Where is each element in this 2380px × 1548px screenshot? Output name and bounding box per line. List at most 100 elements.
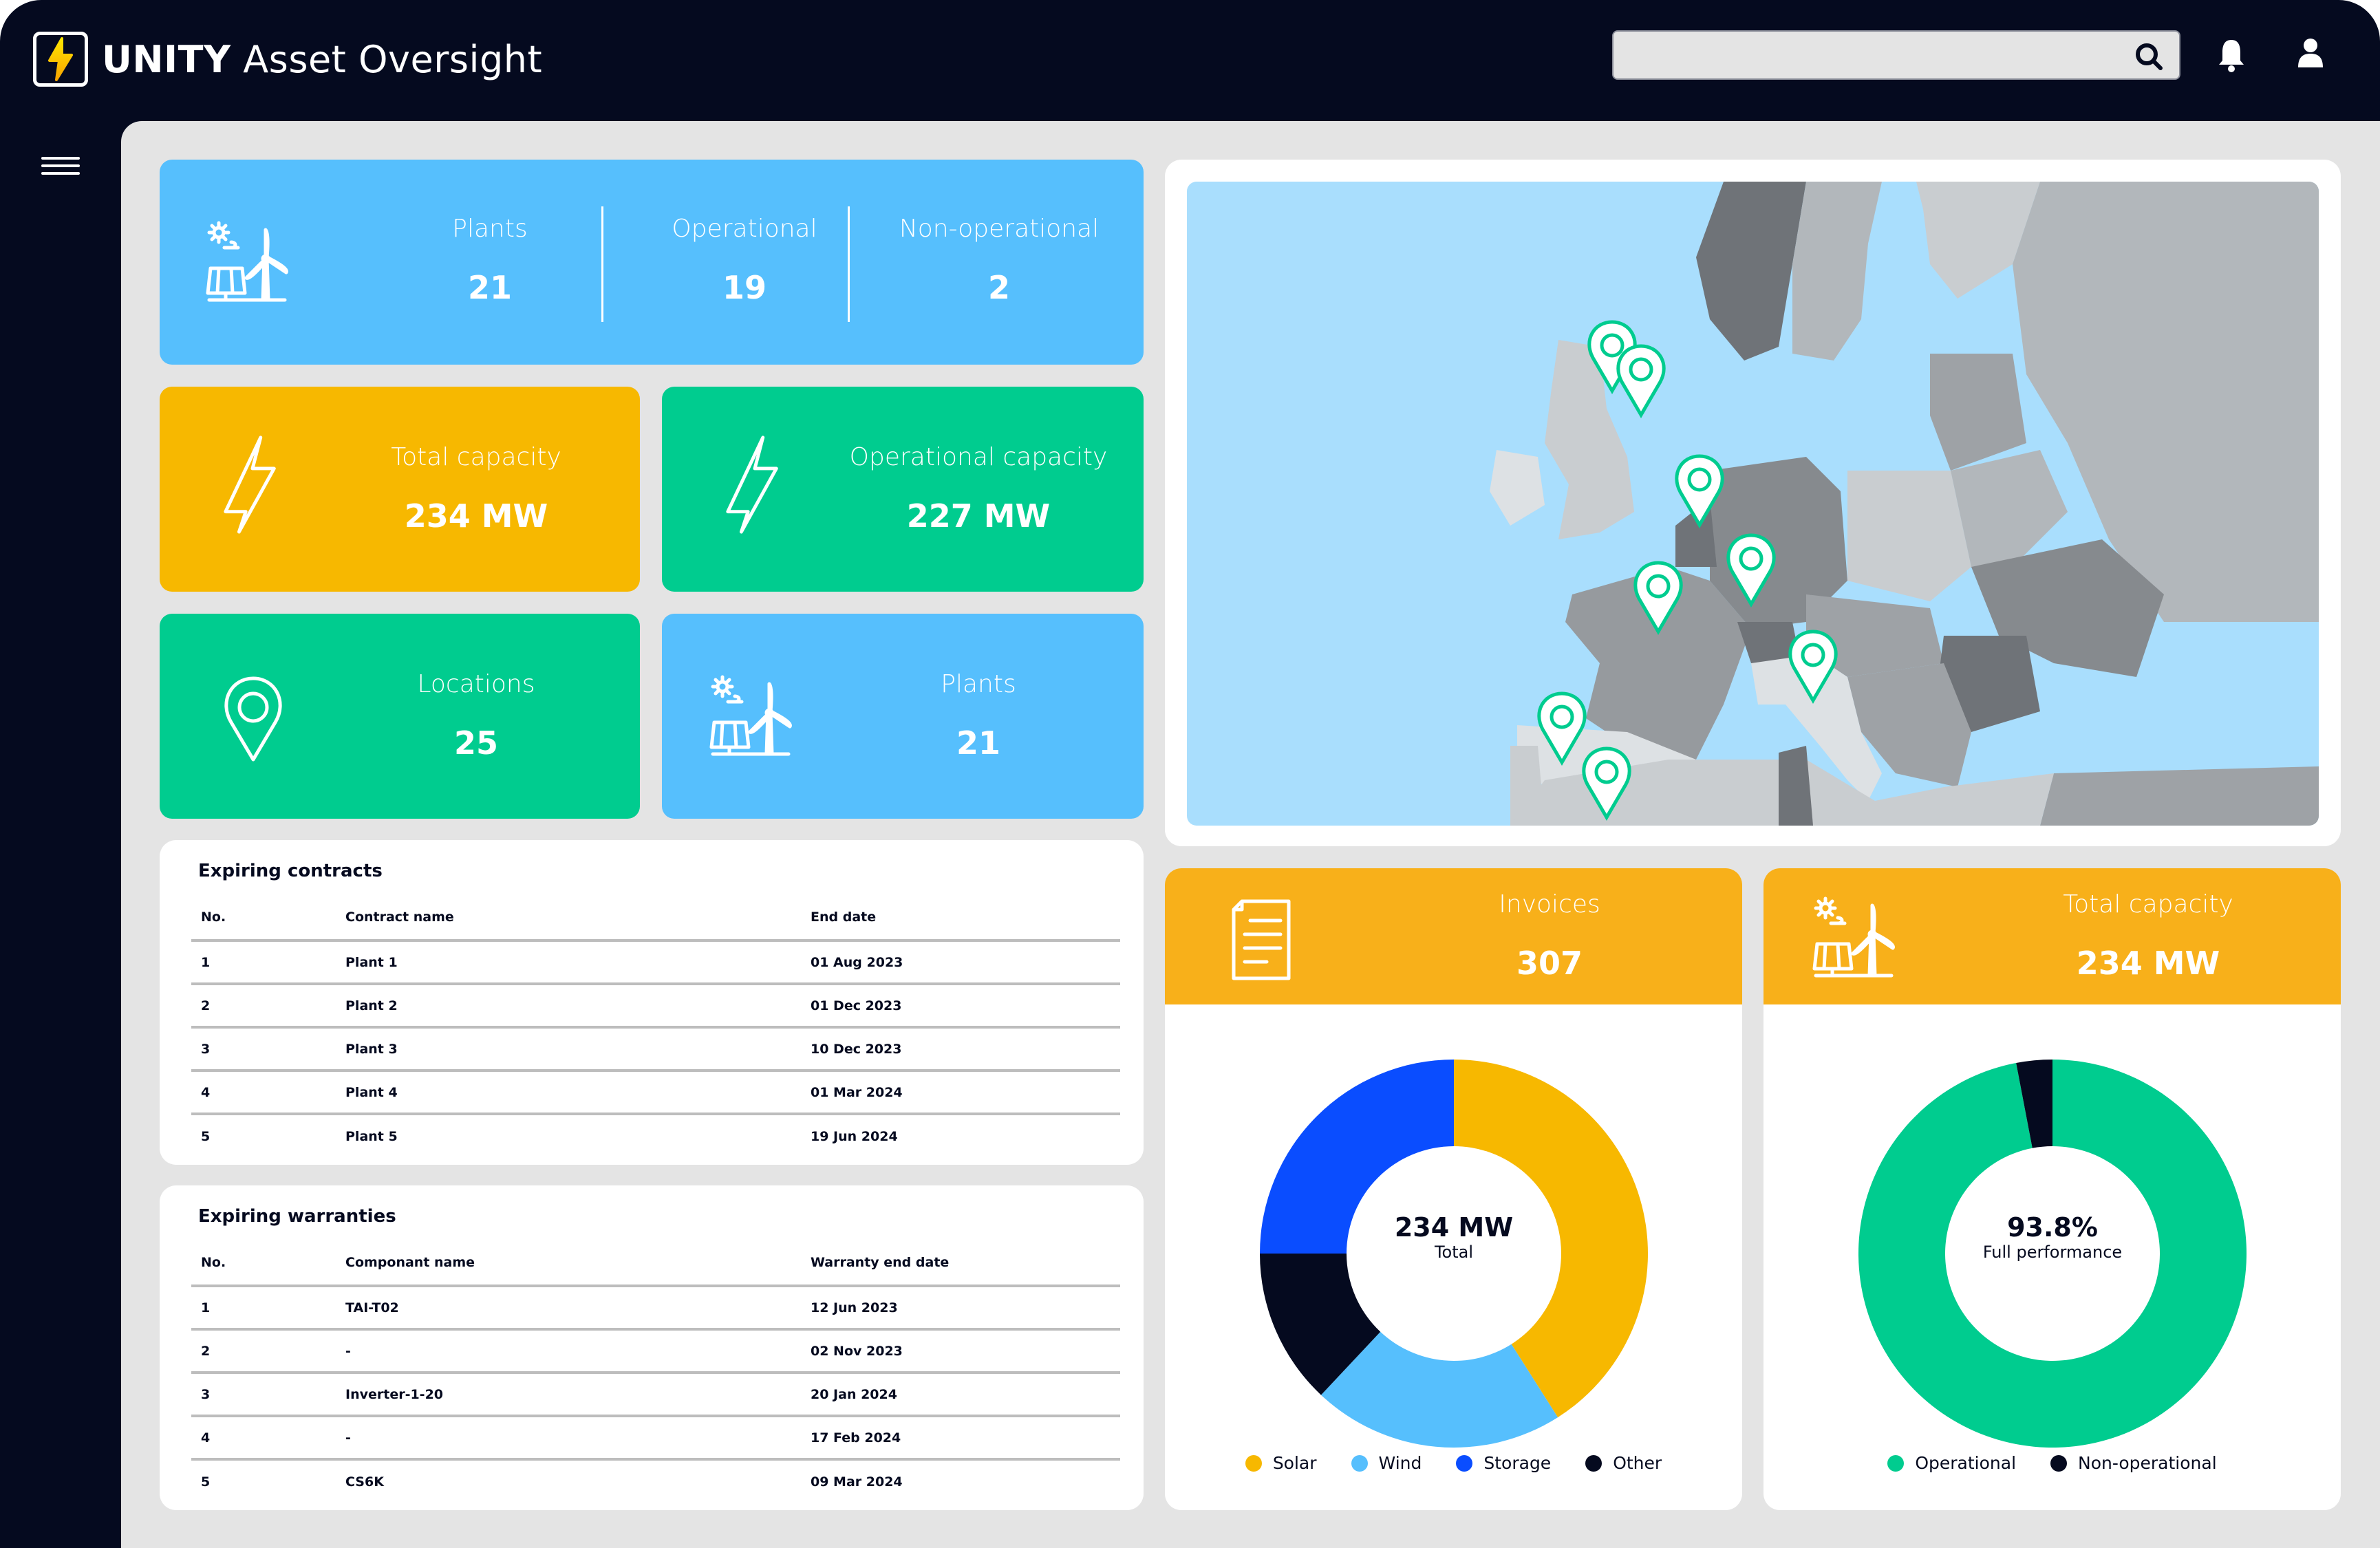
map-region-baltics	[1930, 354, 2026, 471]
map-region-poland	[1847, 471, 1971, 601]
column-header[interactable]: No.	[191, 1240, 345, 1286]
metric-value: 21	[956, 724, 1000, 762]
metric-value: 19	[722, 269, 766, 306]
user-icon[interactable]	[2291, 36, 2330, 74]
legend-item[interactable]: Other	[1585, 1453, 1662, 1473]
table-row[interactable]: 5 Plant 5 19 Jun 2024	[191, 1114, 1120, 1157]
metric-label: Operational	[672, 215, 817, 243]
legend-swatch	[1887, 1454, 1905, 1472]
cell-no: 2	[201, 1343, 211, 1359]
legend-swatch	[2050, 1454, 2068, 1472]
hamburger-menu-icon[interactable]	[41, 157, 80, 178]
cell-name: Plant 4	[345, 1084, 398, 1100]
legend-item[interactable]: Non-operational	[2050, 1453, 2217, 1473]
search-input[interactable]	[1614, 32, 2179, 78]
table-row[interactable]: 3 Inverter-1-20 20 Jan 2024	[191, 1373, 1120, 1416]
cell-date: 20 Jan 2024	[811, 1386, 897, 1402]
plants-summary-tile[interactable]: Plants 21 Operational 19 Non-operational…	[160, 160, 1144, 365]
cell-date: 01 Dec 2023	[811, 998, 902, 1013]
map-pin-icon[interactable]	[1724, 533, 1779, 608]
lightning-bolt-icon	[48, 37, 73, 81]
app-window: UNITY Asset Oversight Plants 21 Operatio…	[0, 0, 2380, 1548]
map-region-sweden	[1792, 182, 1882, 361]
plants-tile[interactable]: Plants 21	[662, 614, 1144, 819]
metric-label: Plants	[941, 670, 1016, 698]
legend-swatch	[1456, 1454, 1473, 1472]
legend-item[interactable]: Wind	[1351, 1453, 1422, 1473]
invoices-header[interactable]: Invoices 307	[1165, 868, 1742, 1004]
cell-name: Inverter-1-20	[345, 1386, 444, 1402]
metric-label: Non-operational	[899, 215, 1100, 243]
lightning-icon	[726, 436, 778, 534]
cell-date: 19 Jun 2024	[811, 1128, 898, 1144]
metric-plants: Plants 21	[827, 670, 1130, 762]
column-header[interactable]: Contract name	[345, 895, 811, 940]
table-row[interactable]: 2 Plant 2 01 Dec 2023	[191, 984, 1120, 1027]
main-panel: Plants 21 Operational 19 Non-operational…	[121, 121, 2380, 1548]
donut-center-caption: Full performance	[1982, 1243, 2123, 1262]
total-capacity-header[interactable]: Total capacity 234 MW	[1763, 868, 2341, 1004]
brand[interactable]: UNITY Asset Oversight	[33, 32, 542, 87]
table-row[interactable]: 3 Plant 3 10 Dec 2023	[191, 1027, 1120, 1071]
cell-date: 17 Feb 2024	[811, 1430, 901, 1445]
table-row[interactable]: 5 CS6K 09 Mar 2024	[191, 1459, 1120, 1503]
map-pin-icon[interactable]	[1786, 629, 1841, 705]
metric-value: 234 MW	[404, 497, 548, 535]
bell-icon[interactable]	[2212, 36, 2251, 74]
legend-label: Other	[1613, 1453, 1662, 1473]
total-capacity-tile[interactable]: Total capacity 234 MW	[160, 387, 640, 592]
column-header[interactable]: No.	[191, 895, 345, 940]
table-header: No. Componant name Warranty end date	[191, 1240, 1120, 1286]
lightning-icon	[224, 436, 276, 534]
donut-center-label: 234 MW Total	[1351, 1212, 1557, 1262]
chart-legend: Operational Non-operational	[1763, 1453, 2341, 1473]
column-header[interactable]: Componant name	[345, 1240, 811, 1286]
column-header[interactable]: Warranty end date	[811, 1240, 1120, 1286]
total-capacity-card: Total capacity 234 MW 93.8% Full perform…	[1763, 868, 2341, 1510]
table-row[interactable]: 1 Plant 1 01 Aug 2023	[191, 940, 1120, 984]
cell-name: CS6K	[345, 1474, 384, 1490]
table-row[interactable]: 1 TAI-T02 12 Jun 2023	[191, 1286, 1120, 1329]
legend-label: Solar	[1272, 1453, 1317, 1473]
map-pin-icon[interactable]	[1672, 453, 1727, 529]
metric-label: Invoices	[1499, 890, 1600, 918]
map-region-norway	[1696, 182, 1806, 361]
operational-capacity-tile[interactable]: Operational capacity 227 MW	[662, 387, 1144, 592]
map-pin-icon[interactable]	[1579, 746, 1634, 821]
solar-wind-plant-icon	[709, 675, 792, 756]
metric-label: Total capacity	[391, 443, 561, 471]
europe-map[interactable]	[1187, 182, 2319, 826]
metric-value: 21	[467, 269, 512, 306]
table-header: No. Contract name End date	[191, 895, 1120, 940]
cell-name: Plant 3	[345, 1041, 398, 1057]
donut-center-value: 93.8%	[2007, 1212, 2098, 1243]
search-icon[interactable]	[2134, 41, 2164, 72]
column-header[interactable]: End date	[811, 895, 1120, 940]
donut-center-caption: Total	[1434, 1243, 1474, 1262]
cell-no: 2	[201, 998, 211, 1013]
cell-date: 01 Aug 2023	[811, 954, 903, 970]
legend-item[interactable]: Solar	[1245, 1453, 1317, 1473]
table-row[interactable]: 4 - 17 Feb 2024	[191, 1416, 1120, 1459]
map-region-belarus	[1951, 450, 2068, 567]
cell-date: 12 Jun 2023	[811, 1300, 898, 1315]
cell-name: TAI-T02	[345, 1300, 399, 1315]
map-region-turkey	[2040, 766, 2319, 826]
table-row[interactable]: 4 Plant 4 01 Mar 2024	[191, 1071, 1120, 1114]
locations-tile[interactable]: Locations 25	[160, 614, 640, 819]
search-box[interactable]	[1612, 30, 2180, 80]
legend-item[interactable]: Storage	[1456, 1453, 1551, 1473]
map-region-tunisia	[1779, 746, 1813, 826]
cell-no: 4	[201, 1430, 211, 1445]
map-pin-icon[interactable]	[1631, 560, 1686, 636]
table-row[interactable]: 2 - 02 Nov 2023	[191, 1329, 1120, 1373]
metric-value: 307	[1516, 945, 1583, 982]
invoices-card: Invoices 307 234 MW Total Solar Wind Stora…	[1165, 868, 1742, 1510]
metric-label: Locations	[417, 670, 535, 698]
map-pin-icon[interactable]	[1614, 343, 1669, 419]
cell-date: 10 Dec 2023	[811, 1041, 902, 1057]
legend-label: Non-operational	[2078, 1453, 2217, 1473]
metric-value: 25	[453, 724, 498, 762]
legend-item[interactable]: Operational	[1887, 1453, 2016, 1473]
cell-name: Plant 5	[345, 1128, 398, 1144]
